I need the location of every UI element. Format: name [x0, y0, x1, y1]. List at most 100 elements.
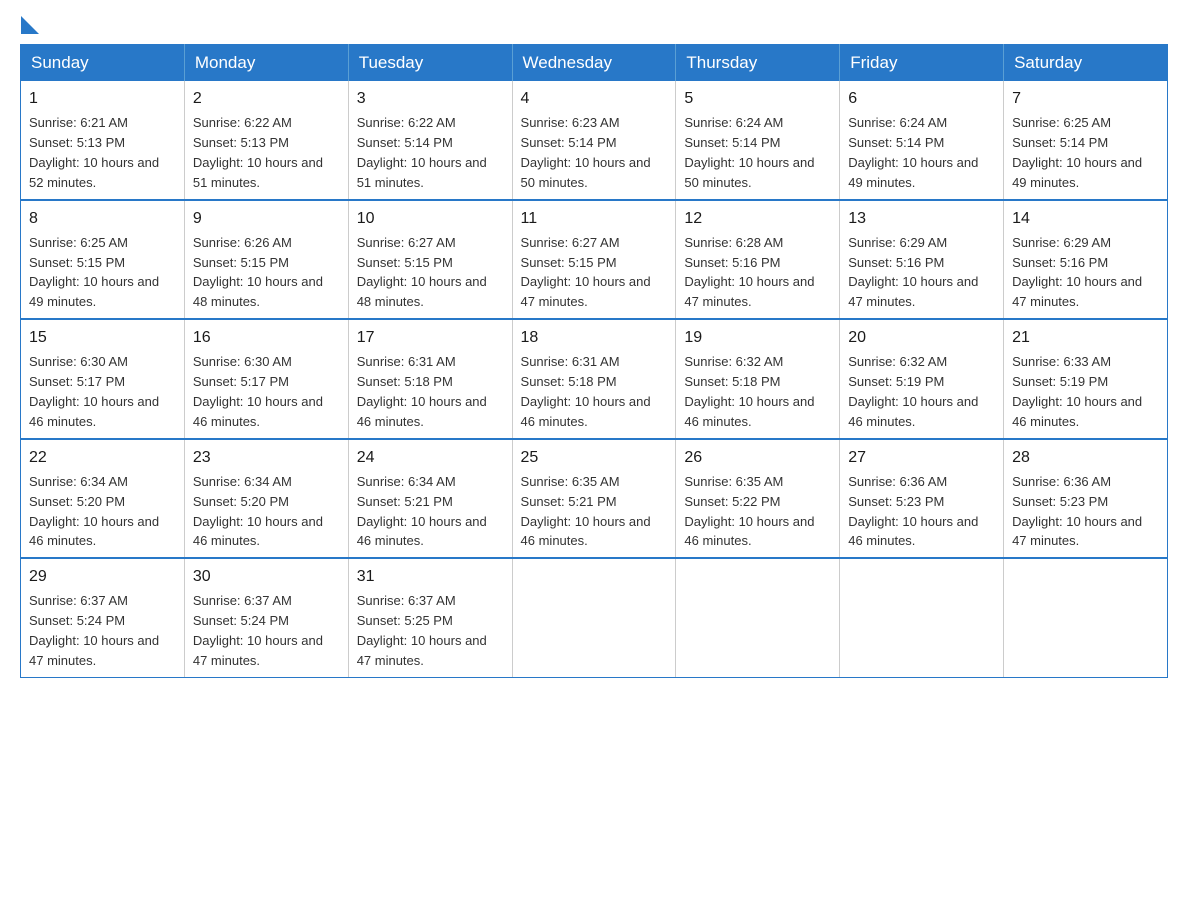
day-info: Sunrise: 6:25 AMSunset: 5:14 PMDaylight:…	[1012, 115, 1142, 190]
page-header	[20, 20, 1168, 28]
day-number: 5	[684, 87, 831, 110]
day-number: 15	[29, 326, 176, 349]
day-number: 18	[521, 326, 668, 349]
day-info: Sunrise: 6:36 AMSunset: 5:23 PMDaylight:…	[848, 474, 978, 549]
day-info: Sunrise: 6:26 AMSunset: 5:15 PMDaylight:…	[193, 235, 323, 310]
calendar-cell	[1004, 558, 1168, 677]
day-number: 7	[1012, 87, 1159, 110]
calendar-cell: 30 Sunrise: 6:37 AMSunset: 5:24 PMDaylig…	[184, 558, 348, 677]
day-info: Sunrise: 6:30 AMSunset: 5:17 PMDaylight:…	[193, 354, 323, 429]
calendar-cell: 6 Sunrise: 6:24 AMSunset: 5:14 PMDayligh…	[840, 81, 1004, 200]
day-number: 31	[357, 565, 504, 588]
day-info: Sunrise: 6:27 AMSunset: 5:15 PMDaylight:…	[521, 235, 651, 310]
weekday-header-sunday: Sunday	[21, 45, 185, 82]
calendar-cell: 20 Sunrise: 6:32 AMSunset: 5:19 PMDaylig…	[840, 319, 1004, 439]
day-info: Sunrise: 6:22 AMSunset: 5:13 PMDaylight:…	[193, 115, 323, 190]
calendar-cell: 26 Sunrise: 6:35 AMSunset: 5:22 PMDaylig…	[676, 439, 840, 559]
day-number: 4	[521, 87, 668, 110]
day-number: 13	[848, 207, 995, 230]
calendar-cell: 15 Sunrise: 6:30 AMSunset: 5:17 PMDaylig…	[21, 319, 185, 439]
day-number: 28	[1012, 446, 1159, 469]
day-number: 29	[29, 565, 176, 588]
calendar-cell: 3 Sunrise: 6:22 AMSunset: 5:14 PMDayligh…	[348, 81, 512, 200]
day-number: 6	[848, 87, 995, 110]
calendar-cell: 21 Sunrise: 6:33 AMSunset: 5:19 PMDaylig…	[1004, 319, 1168, 439]
day-number: 20	[848, 326, 995, 349]
weekday-header-row: SundayMondayTuesdayWednesdayThursdayFrid…	[21, 45, 1168, 82]
calendar-cell: 14 Sunrise: 6:29 AMSunset: 5:16 PMDaylig…	[1004, 200, 1168, 320]
week-row-2: 8 Sunrise: 6:25 AMSunset: 5:15 PMDayligh…	[21, 200, 1168, 320]
logo-arrow-icon	[21, 16, 39, 34]
day-info: Sunrise: 6:34 AMSunset: 5:21 PMDaylight:…	[357, 474, 487, 549]
calendar-cell: 13 Sunrise: 6:29 AMSunset: 5:16 PMDaylig…	[840, 200, 1004, 320]
day-info: Sunrise: 6:31 AMSunset: 5:18 PMDaylight:…	[357, 354, 487, 429]
week-row-1: 1 Sunrise: 6:21 AMSunset: 5:13 PMDayligh…	[21, 81, 1168, 200]
calendar-cell	[512, 558, 676, 677]
day-number: 21	[1012, 326, 1159, 349]
calendar-cell: 18 Sunrise: 6:31 AMSunset: 5:18 PMDaylig…	[512, 319, 676, 439]
calendar-cell: 29 Sunrise: 6:37 AMSunset: 5:24 PMDaylig…	[21, 558, 185, 677]
weekday-header-tuesday: Tuesday	[348, 45, 512, 82]
day-info: Sunrise: 6:32 AMSunset: 5:19 PMDaylight:…	[848, 354, 978, 429]
calendar-cell: 5 Sunrise: 6:24 AMSunset: 5:14 PMDayligh…	[676, 81, 840, 200]
day-number: 16	[193, 326, 340, 349]
day-info: Sunrise: 6:29 AMSunset: 5:16 PMDaylight:…	[848, 235, 978, 310]
calendar-cell	[676, 558, 840, 677]
day-info: Sunrise: 6:31 AMSunset: 5:18 PMDaylight:…	[521, 354, 651, 429]
calendar-cell: 16 Sunrise: 6:30 AMSunset: 5:17 PMDaylig…	[184, 319, 348, 439]
calendar-cell: 10 Sunrise: 6:27 AMSunset: 5:15 PMDaylig…	[348, 200, 512, 320]
day-number: 25	[521, 446, 668, 469]
week-row-5: 29 Sunrise: 6:37 AMSunset: 5:24 PMDaylig…	[21, 558, 1168, 677]
calendar-cell	[840, 558, 1004, 677]
calendar-cell: 17 Sunrise: 6:31 AMSunset: 5:18 PMDaylig…	[348, 319, 512, 439]
day-info: Sunrise: 6:35 AMSunset: 5:21 PMDaylight:…	[521, 474, 651, 549]
day-number: 12	[684, 207, 831, 230]
day-number: 9	[193, 207, 340, 230]
day-info: Sunrise: 6:22 AMSunset: 5:14 PMDaylight:…	[357, 115, 487, 190]
day-number: 24	[357, 446, 504, 469]
day-number: 1	[29, 87, 176, 110]
calendar-cell: 1 Sunrise: 6:21 AMSunset: 5:13 PMDayligh…	[21, 81, 185, 200]
calendar-cell: 24 Sunrise: 6:34 AMSunset: 5:21 PMDaylig…	[348, 439, 512, 559]
calendar-cell: 8 Sunrise: 6:25 AMSunset: 5:15 PMDayligh…	[21, 200, 185, 320]
calendar-table: SundayMondayTuesdayWednesdayThursdayFrid…	[20, 44, 1168, 678]
calendar-cell: 4 Sunrise: 6:23 AMSunset: 5:14 PMDayligh…	[512, 81, 676, 200]
day-number: 26	[684, 446, 831, 469]
day-info: Sunrise: 6:25 AMSunset: 5:15 PMDaylight:…	[29, 235, 159, 310]
weekday-header-wednesday: Wednesday	[512, 45, 676, 82]
day-number: 27	[848, 446, 995, 469]
day-number: 2	[193, 87, 340, 110]
calendar-cell: 31 Sunrise: 6:37 AMSunset: 5:25 PMDaylig…	[348, 558, 512, 677]
weekday-header-thursday: Thursday	[676, 45, 840, 82]
calendar-cell: 7 Sunrise: 6:25 AMSunset: 5:14 PMDayligh…	[1004, 81, 1168, 200]
day-info: Sunrise: 6:34 AMSunset: 5:20 PMDaylight:…	[29, 474, 159, 549]
calendar-cell: 28 Sunrise: 6:36 AMSunset: 5:23 PMDaylig…	[1004, 439, 1168, 559]
calendar-cell: 11 Sunrise: 6:27 AMSunset: 5:15 PMDaylig…	[512, 200, 676, 320]
day-number: 22	[29, 446, 176, 469]
week-row-4: 22 Sunrise: 6:34 AMSunset: 5:20 PMDaylig…	[21, 439, 1168, 559]
calendar-cell: 23 Sunrise: 6:34 AMSunset: 5:20 PMDaylig…	[184, 439, 348, 559]
day-info: Sunrise: 6:23 AMSunset: 5:14 PMDaylight:…	[521, 115, 651, 190]
calendar-cell: 27 Sunrise: 6:36 AMSunset: 5:23 PMDaylig…	[840, 439, 1004, 559]
calendar-cell: 2 Sunrise: 6:22 AMSunset: 5:13 PMDayligh…	[184, 81, 348, 200]
day-number: 10	[357, 207, 504, 230]
day-number: 8	[29, 207, 176, 230]
logo	[20, 20, 39, 28]
day-number: 3	[357, 87, 504, 110]
calendar-cell: 22 Sunrise: 6:34 AMSunset: 5:20 PMDaylig…	[21, 439, 185, 559]
day-number: 17	[357, 326, 504, 349]
day-number: 14	[1012, 207, 1159, 230]
day-info: Sunrise: 6:28 AMSunset: 5:16 PMDaylight:…	[684, 235, 814, 310]
calendar-cell: 9 Sunrise: 6:26 AMSunset: 5:15 PMDayligh…	[184, 200, 348, 320]
day-info: Sunrise: 6:29 AMSunset: 5:16 PMDaylight:…	[1012, 235, 1142, 310]
day-info: Sunrise: 6:37 AMSunset: 5:25 PMDaylight:…	[357, 593, 487, 668]
day-info: Sunrise: 6:34 AMSunset: 5:20 PMDaylight:…	[193, 474, 323, 549]
day-info: Sunrise: 6:37 AMSunset: 5:24 PMDaylight:…	[193, 593, 323, 668]
weekday-header-monday: Monday	[184, 45, 348, 82]
day-info: Sunrise: 6:32 AMSunset: 5:18 PMDaylight:…	[684, 354, 814, 429]
day-info: Sunrise: 6:30 AMSunset: 5:17 PMDaylight:…	[29, 354, 159, 429]
week-row-3: 15 Sunrise: 6:30 AMSunset: 5:17 PMDaylig…	[21, 319, 1168, 439]
day-number: 23	[193, 446, 340, 469]
weekday-header-friday: Friday	[840, 45, 1004, 82]
day-info: Sunrise: 6:36 AMSunset: 5:23 PMDaylight:…	[1012, 474, 1142, 549]
